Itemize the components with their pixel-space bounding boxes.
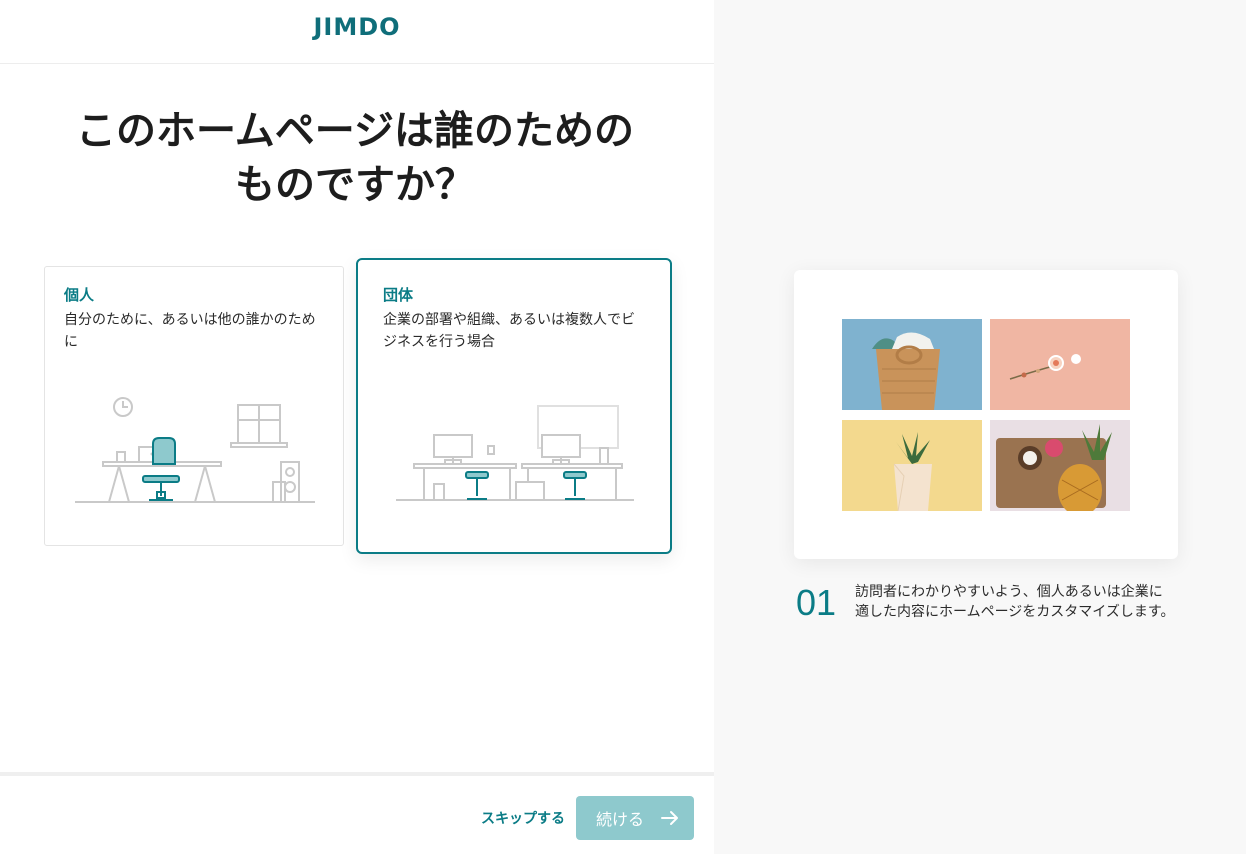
continue-button[interactable]: 続ける: [576, 796, 694, 840]
page-title: このホームページは誰のためのものですか？: [76, 108, 634, 208]
continue-label: 続ける: [596, 812, 645, 829]
succulent-photo: [842, 420, 982, 511]
option-title-group: 団体: [383, 286, 414, 304]
skip-link[interactable]: スキップする: [481, 808, 565, 828]
footer-divider: [0, 772, 714, 776]
header: JIMDO: [0, 0, 714, 64]
pineapple-photo: [990, 420, 1130, 511]
option-description-group: 企業の部署や組織、あるいは複数人でビジネスを行う場合: [383, 312, 635, 350]
option-title-personal: 個人: [64, 286, 95, 304]
group-office-illustration: [396, 405, 634, 501]
option-description-personal: 自分のために、あるいは他の誰かのために: [64, 312, 316, 350]
flowers-photo: [990, 319, 1130, 410]
onboarding-panel: JIMDO このホームページは誰のためのものですか？ 個人 自分のために、あるい…: [0, 0, 714, 854]
tote-bag-photo: [842, 319, 982, 410]
step-number: 01: [796, 582, 837, 623]
jimdo-logo: JIMDO: [313, 13, 401, 41]
personal-workspace-illustration: [75, 397, 315, 503]
option-card-group[interactable]: 団体 企業の部署や組織、あるいは複数人でビジネスを行う場合: [356, 258, 672, 554]
preview-card: [794, 270, 1178, 559]
step-description: 訪問者にわかりやすいよう、個人あるいは企業に適した内容にホームページをカスタマイ…: [855, 584, 1175, 620]
option-card-personal[interactable]: 個人 自分のために、あるいは他の誰かのために: [44, 266, 344, 546]
arrow-right-icon: [661, 811, 678, 825]
